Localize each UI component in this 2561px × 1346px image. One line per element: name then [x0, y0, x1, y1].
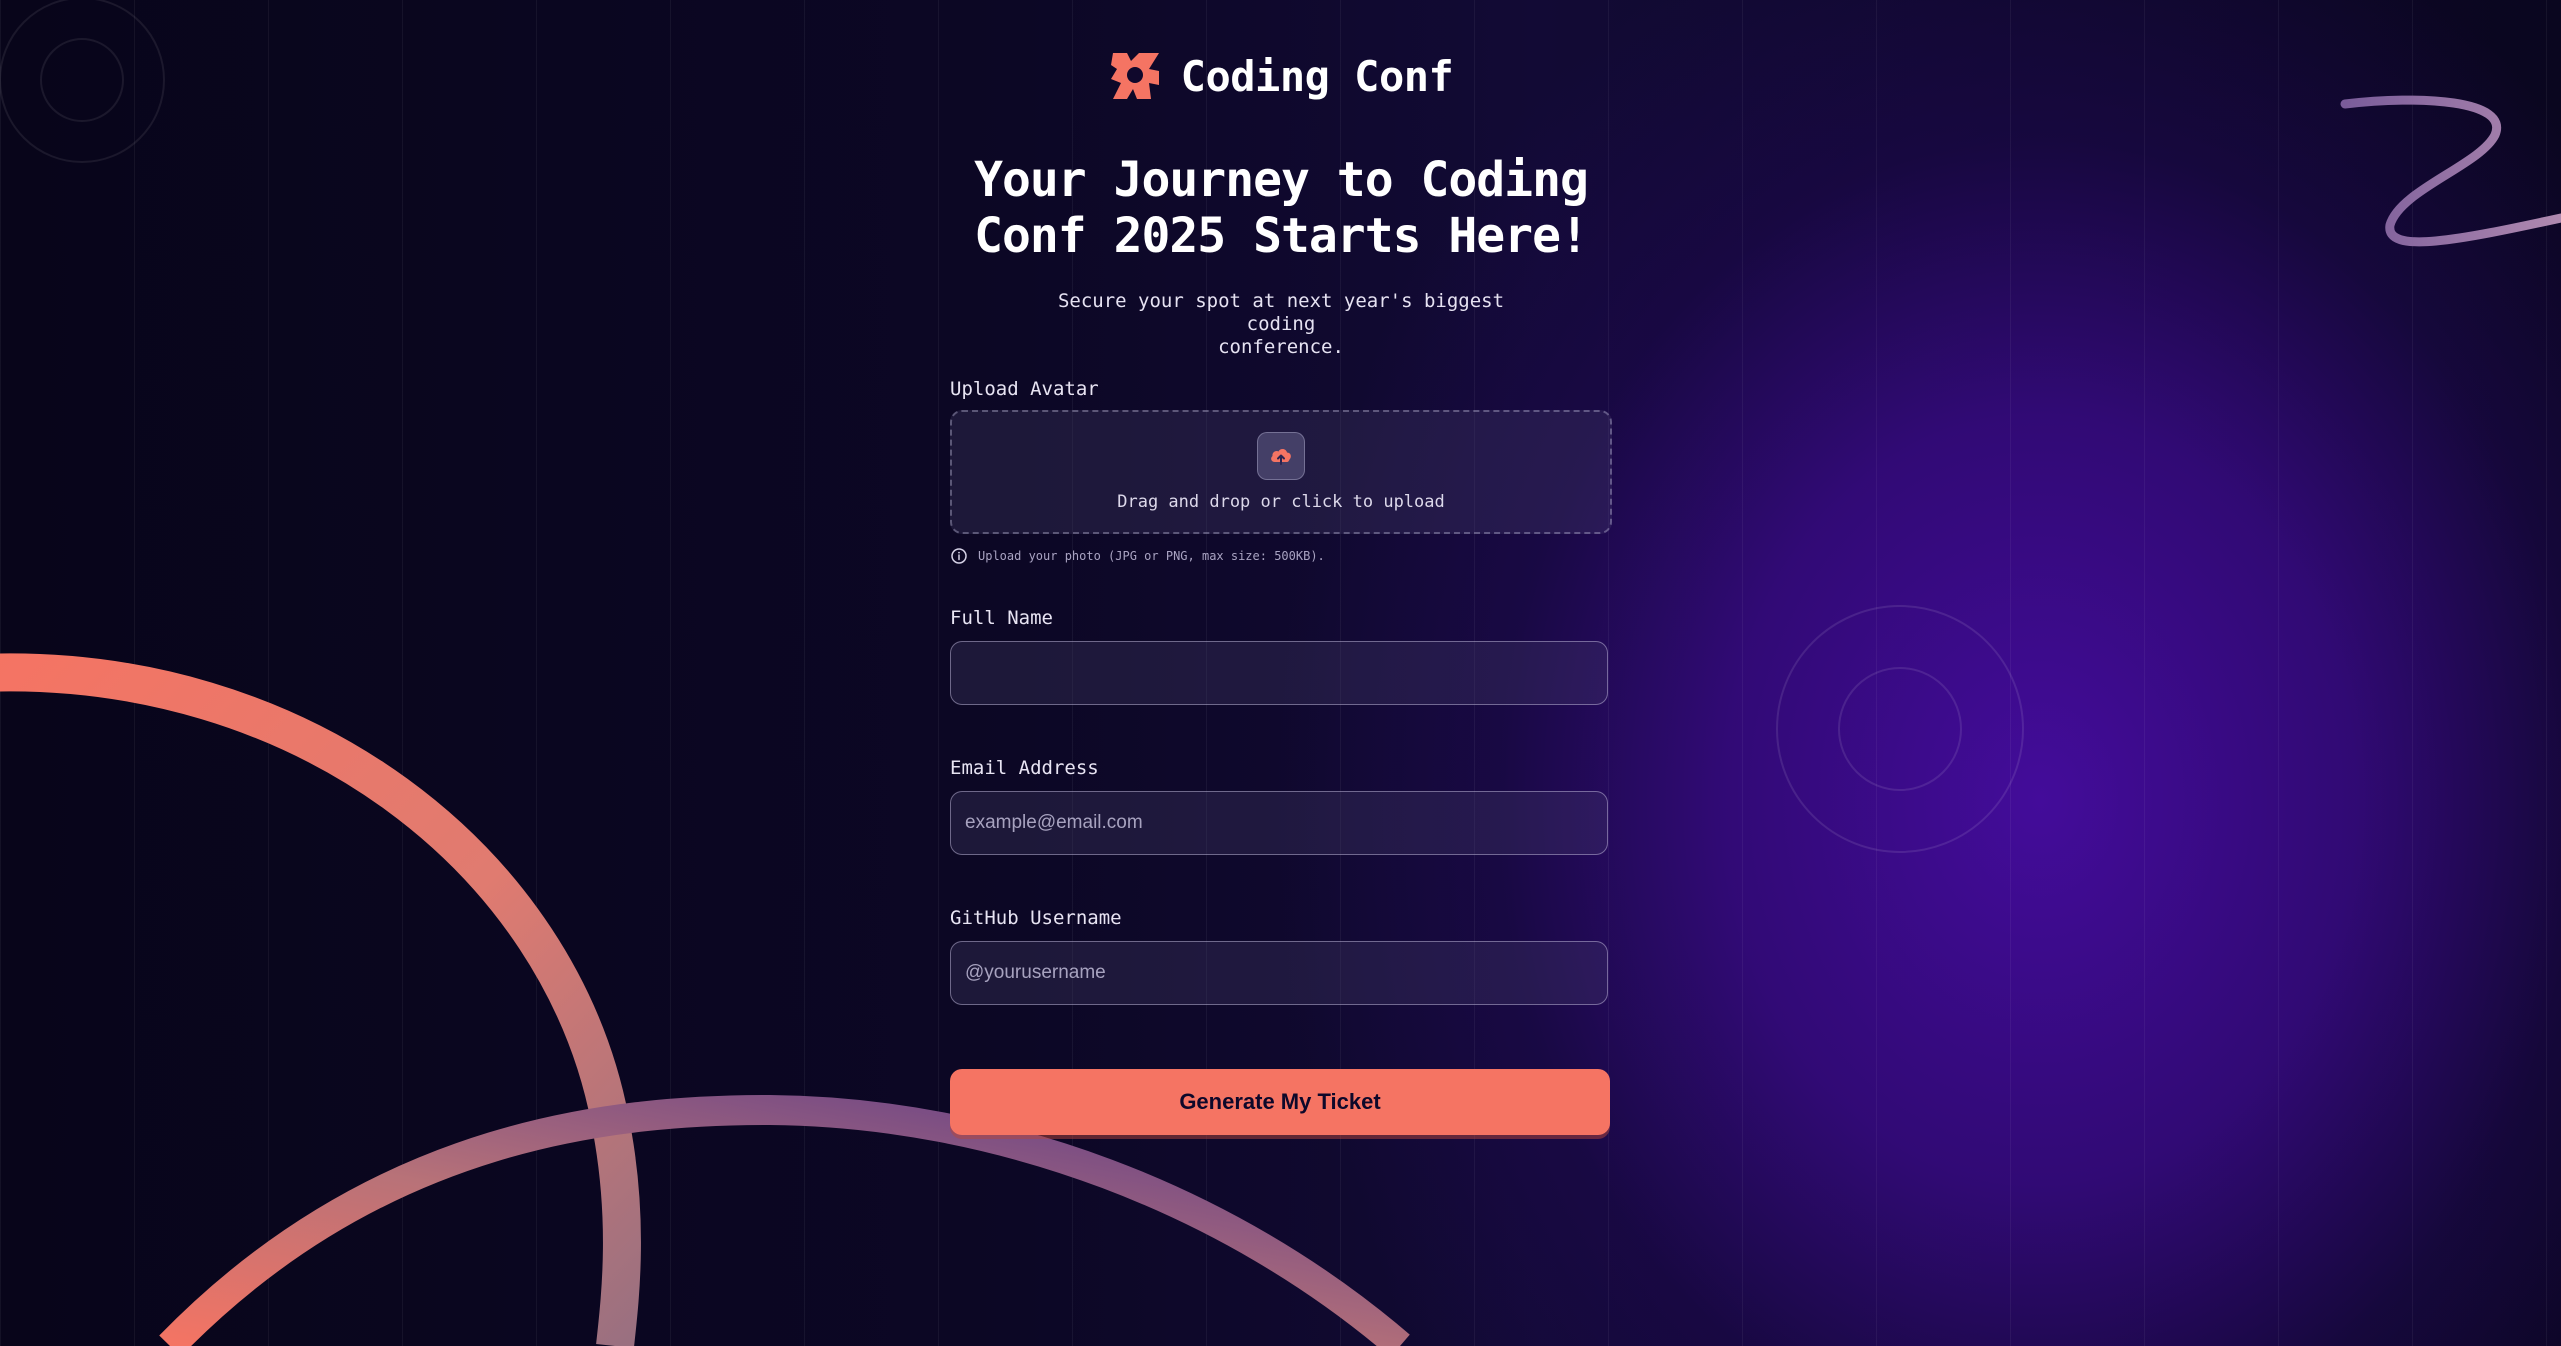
email-field[interactable] — [950, 791, 1608, 855]
avatar-hint-text: Upload your photo (JPG or PNG, max size:… — [978, 549, 1325, 563]
logo[interactable]: Coding Conf — [950, 48, 1612, 104]
email-label: Email Address — [950, 757, 1099, 779]
page-subtitle-line1: Secure your spot at next year's biggest … — [1057, 290, 1505, 335]
brand-name: Coding Conf — [1180, 51, 1454, 101]
avatar-hint: Upload your photo (JPG or PNG, max size:… — [950, 547, 1325, 565]
squiggle-line — [2340, 95, 2561, 247]
page-title-line2: Conf 2025 Starts Here! — [974, 208, 1589, 264]
avatar-label: Upload Avatar — [950, 378, 1099, 400]
info-icon — [951, 548, 967, 564]
github-username-field[interactable] — [950, 941, 1608, 1005]
github-label: GitHub Username — [950, 907, 1122, 929]
generate-ticket-button[interactable]: Generate My Ticket — [950, 1069, 1610, 1135]
upload-cloud-icon — [1257, 432, 1305, 480]
circle-pattern-top-left — [0, 0, 165, 163]
full-name-field[interactable] — [950, 641, 1608, 705]
circle-pattern-right — [1776, 605, 2024, 853]
page-subtitle: Secure your spot at next year's biggest … — [1020, 290, 1542, 359]
avatar-dropzone[interactable]: Drag and drop or click to upload — [950, 410, 1612, 534]
page-title: Your Journey to Coding Conf 2025 Starts … — [910, 152, 1652, 264]
arc-bottom — [159, 1094, 1410, 1346]
page-title-line1: Your Journey to Coding — [974, 152, 1589, 208]
full-name-label: Full Name — [950, 607, 1053, 629]
coding-conf-logo-icon — [1110, 53, 1159, 99]
dropzone-text: Drag and drop or click to upload — [1117, 492, 1445, 512]
page-subtitle-line2: conference. — [1218, 336, 1344, 358]
